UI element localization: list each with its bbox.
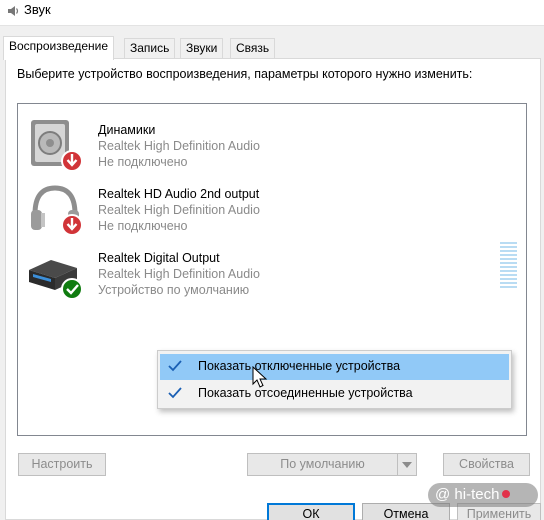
checkmark-icon [168,387,182,399]
device-status: Не подключено [98,155,188,169]
context-menu: Показать отключенные устройства Показать… [157,350,512,409]
window-title: Звук [24,2,51,17]
device-driver: Realtek High Definition Audio [98,139,260,153]
properties-button[interactable]: Свойства [443,453,530,476]
volume-level-meter [500,242,517,290]
checkmark-icon [168,360,182,372]
set-default-dropdown[interactable] [397,453,417,476]
menu-item-show-disconnected-devices[interactable]: Показать отсоединенные устройства [160,381,509,407]
disconnected-arrow-icon [61,150,83,172]
watermark-logo: @ hi-tech [428,483,538,507]
device-item-digital-output[interactable]: Realtek Digital Output Realtek High Defi… [18,240,518,300]
device-item-speakers[interactable]: Динамики Realtek High Definition Audio Н… [18,112,518,172]
headphones-icon [31,185,83,236]
device-name: Realtek HD Audio 2nd output [98,187,260,201]
tab-recording[interactable]: Запись [124,38,176,59]
title-bar: Звук [0,0,544,26]
menu-item-show-disabled-devices[interactable]: Показать отключенные устройства [160,354,509,380]
device-name: Динамики [98,123,156,137]
device-status: Устройство по умолчанию [98,283,250,297]
tab-communications[interactable]: Связь [230,38,276,59]
menu-item-label: Показать отсоединенные устройства [198,386,413,400]
mouse-cursor-icon [252,366,268,388]
menu-item-label: Показать отключенные устройства [198,359,401,373]
tab-sounds[interactable]: Звуки [180,38,224,59]
speaker-icon [8,6,19,16]
speaker-icon [31,120,83,172]
default-check-icon [61,278,83,300]
device-name: Realtek Digital Output [98,251,220,265]
ok-button[interactable]: ОК [267,503,355,520]
disconnected-arrow-icon [61,214,83,236]
tab-playback[interactable]: Воспроизведение [3,36,115,60]
device-item-headphones[interactable]: Realtek HD Audio 2nd output Realtek High… [18,176,518,236]
chevron-down-icon [402,462,412,468]
set-default-button[interactable]: По умолчанию [247,453,398,476]
device-status: Не подключено [98,219,188,233]
instructions-text: Выберите устройство воспроизведения, пар… [17,67,473,81]
device-driver: Realtek High Definition Audio [98,267,260,281]
configure-button[interactable]: Настроить [18,453,106,476]
watermark-text: hi-tech [454,486,500,503]
digital-output-icon [29,260,83,300]
device-driver: Realtek High Definition Audio [98,203,260,217]
tab-strip: Воспроизведение Запись Звуки Связь [0,36,544,60]
